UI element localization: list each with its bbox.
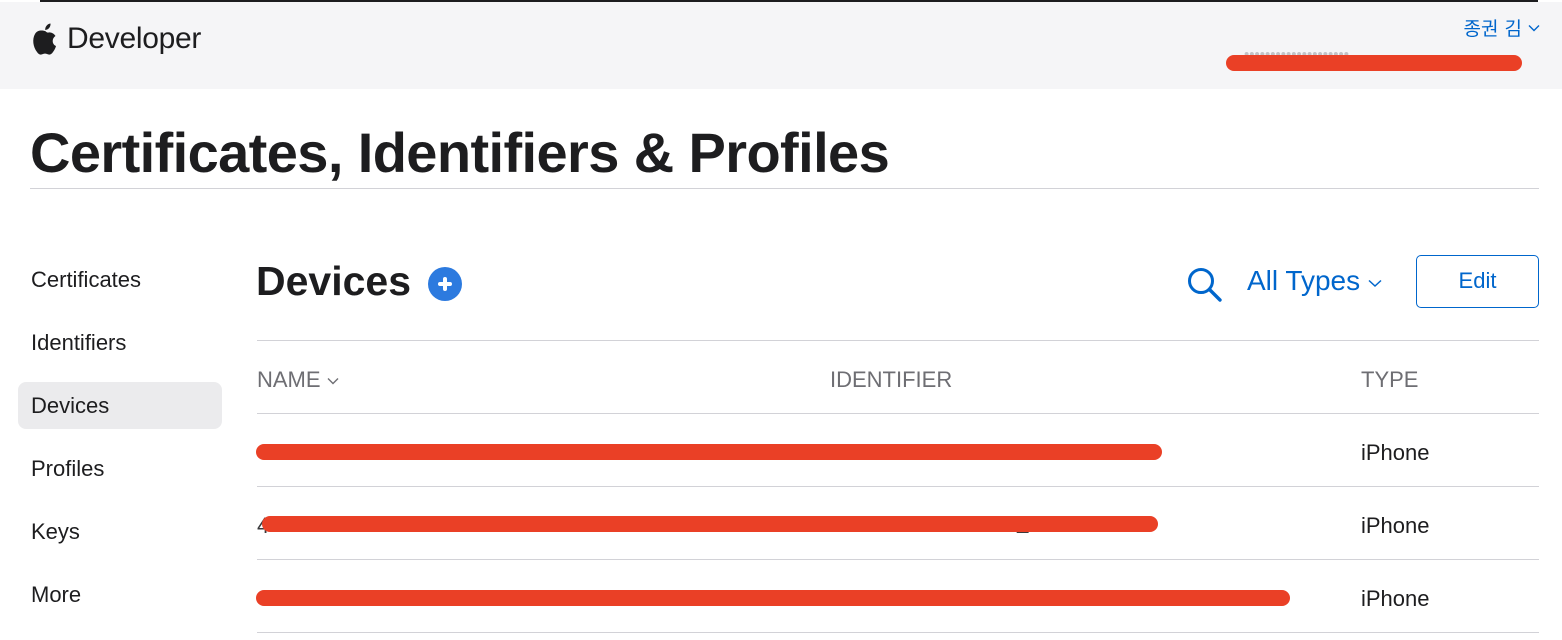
add-device-button[interactable] xyxy=(428,267,462,301)
search-icon[interactable] xyxy=(1186,266,1224,304)
sidebar: Certificates Identifiers Devices Profile… xyxy=(18,256,222,634)
sidebar-item-profiles[interactable]: Profiles xyxy=(18,445,222,492)
developer-home-link[interactable]: Developer xyxy=(31,22,201,56)
sidebar-item-devices[interactable]: Devices xyxy=(18,382,222,429)
sidebar-item-identifiers[interactable]: Identifiers xyxy=(18,319,222,366)
title-divider xyxy=(30,188,1539,189)
redaction-mark xyxy=(256,444,1162,460)
brand-label: Developer xyxy=(67,22,202,55)
sidebar-item-more[interactable]: More xyxy=(18,571,222,618)
redaction-mark xyxy=(262,516,1158,532)
device-type: iPhone xyxy=(1361,513,1430,538)
chevron-down-icon xyxy=(1528,24,1540,31)
global-nav: Developer 종권 김 •••••••••••••••••••• xyxy=(0,2,1562,89)
device-type: iPhone xyxy=(1361,586,1430,611)
type-filter-dropdown[interactable]: All Types xyxy=(1247,265,1382,297)
sidebar-item-keys[interactable]: Keys xyxy=(18,508,222,555)
redaction-mark xyxy=(1226,55,1522,71)
column-header-name[interactable]: NAME xyxy=(257,367,339,393)
table-divider xyxy=(257,632,1539,633)
chevron-down-icon xyxy=(1368,279,1382,287)
redaction-mark xyxy=(256,590,1290,606)
column-header-name-label: NAME xyxy=(257,367,321,392)
page-title: Certificates, Identifiers & Profiles xyxy=(30,121,890,184)
edit-button[interactable]: Edit xyxy=(1416,255,1539,308)
device-type: iPhone xyxy=(1361,440,1430,465)
section-title: Devices xyxy=(256,258,412,304)
column-header-identifier: IDENTIFIER xyxy=(830,367,953,392)
chevron-down-icon xyxy=(327,378,339,385)
type-filter-label: All Types xyxy=(1247,265,1361,296)
apple-logo-icon xyxy=(33,23,56,55)
account-name: 종권 김 xyxy=(1463,18,1522,40)
table-header: NAME IDENTIFIER TYPE xyxy=(257,341,1539,413)
sidebar-item-certificates[interactable]: Certificates xyxy=(18,256,222,303)
account-menu[interactable]: 종권 김 xyxy=(1464,14,1540,41)
column-header-type: TYPE xyxy=(1361,367,1419,392)
